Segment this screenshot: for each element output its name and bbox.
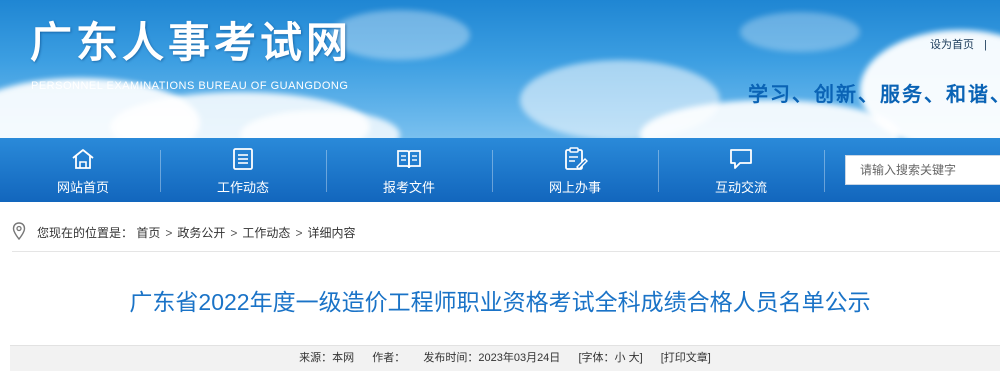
search-box [845, 155, 1000, 185]
font-small-button[interactable]: 小 [615, 352, 626, 364]
author-label: 作者： [372, 352, 406, 364]
font-large-button[interactable]: 大 [629, 352, 640, 364]
header-banner: 广东人事考试网 PERSONNEL EXAMINATIONS BUREAU OF… [0, 0, 1000, 138]
publish-date: 2023年03月24日 [478, 352, 561, 364]
font-size-label: [字体： [578, 352, 615, 364]
article-title: 广东省2022年度一级造价工程师职业资格考试全科成绩合格人员名单公示 [129, 289, 871, 315]
top-links: 设为首页 | [930, 36, 995, 52]
nav-label: 网站首页 [56, 180, 109, 195]
breadcrumb-text: 您现在的位置是： 首页 > 政务公开 > 工作动态 > 详细内容 [37, 224, 355, 241]
top-links-divider: | [984, 39, 987, 51]
font-size-close: ] [639, 352, 643, 364]
news-icon [233, 148, 253, 170]
source-label: 来源： [299, 352, 333, 364]
source-value: 本网 [332, 352, 355, 364]
location-pin-icon [12, 222, 26, 240]
slogan: 学习、创新、服务、和谐、 [748, 84, 1000, 106]
site-logo-english: PERSONNEL EXAMINATIONS BUREAU OF GUANGDO… [31, 80, 349, 92]
nav-divider [824, 150, 825, 192]
breadcrumb-prefix: 您现在的位置是： [37, 226, 134, 240]
chat-icon [730, 149, 752, 169]
breadcrumb-item-gov-affairs[interactable]: 政务公开 [177, 226, 225, 240]
divider [12, 251, 1000, 252]
nav-item-interaction[interactable]: 互动交流 [658, 138, 824, 202]
breadcrumb-item-work-news[interactable]: 工作动态 [242, 226, 290, 240]
nav-label: 互动交流 [714, 180, 767, 195]
clipboard-icon [565, 147, 588, 170]
nav-label: 工作动态 [216, 180, 269, 195]
breadcrumb-item-current: 详细内容 [307, 226, 356, 240]
nav-item-home[interactable]: 网站首页 [0, 138, 166, 202]
breadcrumb-separator: > [295, 226, 303, 240]
search-input[interactable] [846, 156, 1000, 184]
nav-label: 报考文件 [382, 180, 435, 195]
date-label: 发布时间： [423, 352, 479, 364]
cloud-decoration [740, 12, 860, 52]
nav-item-work-news[interactable]: 工作动态 [160, 138, 326, 202]
article-meta: 来源：本网 作者： 发布时间：2023年03月24日 [字体：小 大] [打印文… [10, 345, 1000, 371]
print-article-button[interactable]: [打印文章] [661, 352, 711, 364]
nav-item-online-service[interactable]: 网上办事 [492, 138, 658, 202]
breadcrumb-item-home[interactable]: 首页 [136, 226, 160, 240]
home-icon [72, 149, 94, 169]
book-icon [397, 150, 421, 169]
set-homepage-link[interactable]: 设为首页 [930, 39, 974, 51]
breadcrumb-separator: > [165, 226, 173, 240]
site-logo[interactable]: 广东人事考试网 [30, 22, 352, 64]
breadcrumb-separator: > [230, 226, 238, 240]
nav-label: 网上办事 [548, 180, 601, 195]
nav-item-exam-files[interactable]: 报考文件 [326, 138, 492, 202]
breadcrumb: 您现在的位置是： 首页 > 政务公开 > 工作动态 > 详细内容 [12, 219, 1000, 243]
